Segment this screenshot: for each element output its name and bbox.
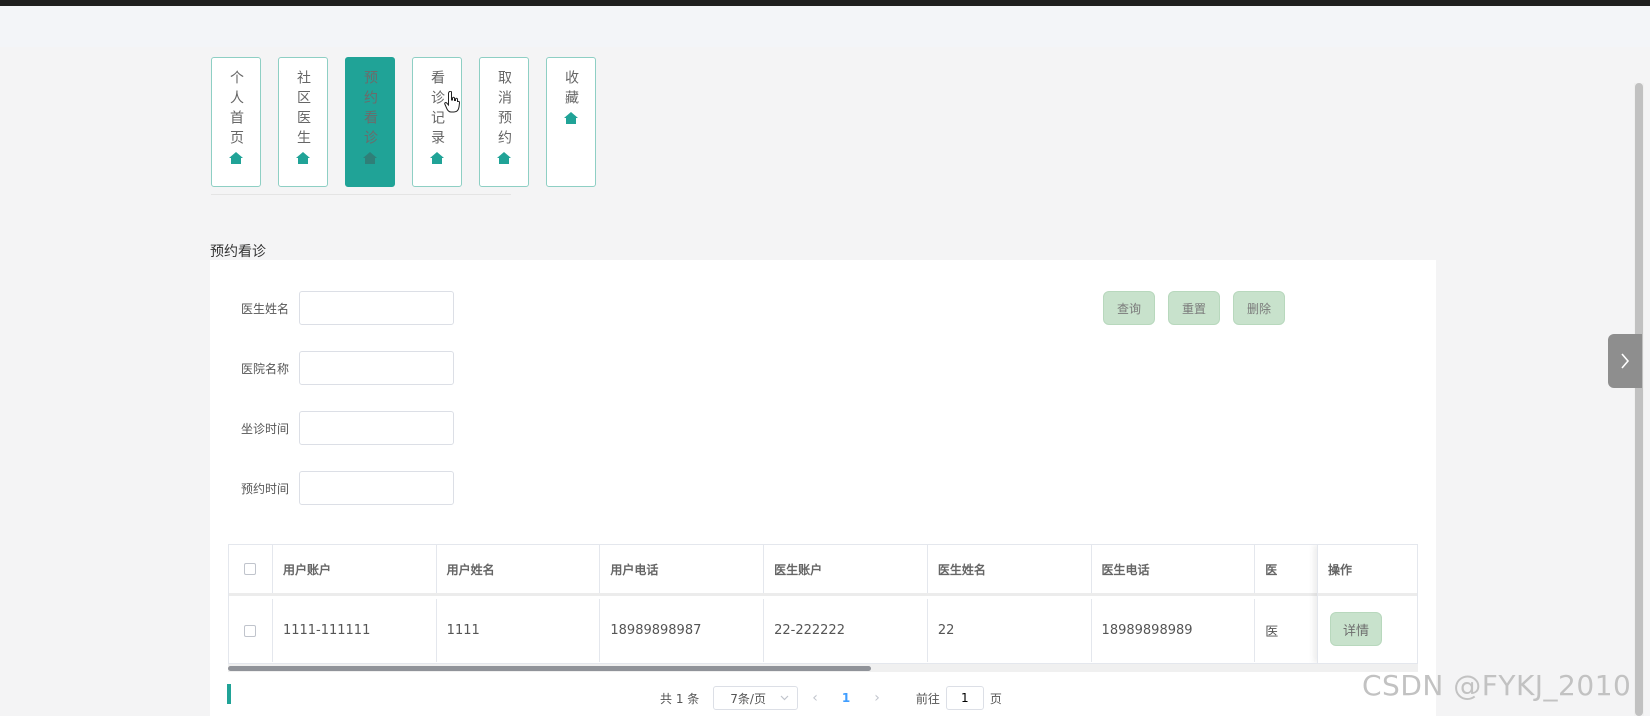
table-cell: 1111-111111 xyxy=(273,599,437,662)
chevron-right-icon xyxy=(1621,353,1630,369)
current-page-number[interactable]: 1 xyxy=(842,691,850,705)
table-header: 用户账户 用户姓名 用户电话 医生账户 医生姓名 医生电话 医 xyxy=(229,545,1417,596)
action-column-header: 操作 xyxy=(1318,545,1417,596)
table-cell: 22 xyxy=(928,599,1092,662)
column-header: 用户账户 xyxy=(273,545,437,593)
tab-community-doctor[interactable]: 社区医生 xyxy=(278,57,328,187)
page-title: 预约看诊 xyxy=(210,244,266,260)
home-icon xyxy=(229,152,243,164)
select-all-checkbox[interactable] xyxy=(244,563,257,575)
appointment-time-input[interactable] xyxy=(299,471,454,505)
doctor-name-input[interactable] xyxy=(299,291,454,325)
doctor-name-label: 医生姓名 xyxy=(241,301,290,316)
chevron-down-icon xyxy=(780,695,789,701)
clinic-time-input[interactable] xyxy=(299,411,454,445)
appointment-time-label: 预约时间 xyxy=(241,481,290,496)
query-button[interactable]: 查询 xyxy=(1103,291,1155,325)
tab-community-doctor-label: 社区医生 xyxy=(295,70,311,150)
delete-button[interactable]: 删除 xyxy=(1233,291,1285,325)
row-select[interactable] xyxy=(229,599,273,662)
home-icon xyxy=(497,152,511,164)
tab-cancel-appointment-label: 取消预约 xyxy=(496,70,512,150)
table-cell: 18989898989 xyxy=(1092,599,1256,662)
form-row-hospital-name: 医院名称 xyxy=(241,351,454,385)
home-icon xyxy=(363,152,377,164)
fixed-action-column: 操作 详情 xyxy=(1317,545,1417,663)
pagination: 共 1 条 7条/页 ‹ 1 › 前往 页 xyxy=(660,686,1002,710)
home-icon xyxy=(564,112,578,124)
table-horizontal-scrollbar[interactable] xyxy=(228,664,1418,672)
column-header: 医生姓名 xyxy=(928,545,1092,593)
next-page-icon[interactable]: › xyxy=(874,690,880,706)
column-header: 用户电话 xyxy=(600,545,765,593)
tab-visit-records[interactable]: 看诊记录 xyxy=(412,57,462,187)
scrollbar-thumb[interactable] xyxy=(1635,83,1643,716)
content-panel: 医生姓名 医院名称 坐诊时间 预约时间 查询 重置 删除 用户账户 用户姓名 用… xyxy=(210,260,1436,716)
clinic-time-label: 坐诊时间 xyxy=(241,421,290,436)
tab-favorites-label: 收藏 xyxy=(563,70,579,110)
nav-divider xyxy=(211,194,511,195)
prev-page-icon[interactable]: ‹ xyxy=(812,690,818,706)
pagination-total: 共 1 条 xyxy=(660,691,700,706)
reset-button[interactable]: 重置 xyxy=(1168,291,1220,325)
tab-home[interactable]: 个人首页 xyxy=(211,57,261,187)
tab-appointment-label: 预约看诊 xyxy=(362,70,378,150)
column-header: 医生账户 xyxy=(764,545,928,593)
page-vertical-scrollbar[interactable] xyxy=(1634,83,1644,716)
form-row-appointment-time: 预约时间 xyxy=(241,471,454,505)
column-header: 用户姓名 xyxy=(437,545,601,593)
hospital-name-input[interactable] xyxy=(299,351,454,385)
row-checkbox[interactable] xyxy=(244,624,257,637)
column-header: 医生电话 xyxy=(1092,545,1256,593)
detail-button[interactable]: 详情 xyxy=(1330,612,1382,646)
table-cell: 22-222222 xyxy=(764,599,928,662)
page-size-select[interactable]: 7条/页 xyxy=(713,686,799,710)
header-select-all[interactable] xyxy=(229,545,273,593)
appointments-table: 用户账户 用户姓名 用户电话 医生账户 医生姓名 医生电话 医 1111-111… xyxy=(228,544,1418,664)
form-row-doctor-name: 医生姓名 xyxy=(241,291,454,325)
side-panel-toggle[interactable] xyxy=(1608,334,1642,388)
hospital-name-label: 医院名称 xyxy=(241,361,290,376)
home-icon xyxy=(296,152,310,164)
goto-prefix: 前往 xyxy=(915,691,940,706)
tab-cancel-appointment[interactable]: 取消预约 xyxy=(479,57,529,187)
goto-suffix: 页 xyxy=(989,691,1002,706)
header-band xyxy=(0,6,1650,47)
form-row-clinic-time: 坐诊时间 xyxy=(241,411,454,445)
goto-page: 前往 页 xyxy=(916,686,1002,710)
watermark: CSDN @FYKJ_2010 xyxy=(1362,669,1632,702)
tab-home-label: 个人首页 xyxy=(228,70,244,150)
hand-cursor-icon xyxy=(444,91,460,113)
table-row[interactable]: 1111-111111 1111 18989898987 22-222222 2… xyxy=(229,599,1417,662)
page-size-value: 7条/页 xyxy=(730,691,766,706)
goto-page-input[interactable] xyxy=(945,686,984,710)
pager-accent-mark xyxy=(227,684,231,704)
table-cell: 1111 xyxy=(437,599,601,662)
table-cell: 18989898987 xyxy=(600,599,765,662)
home-icon xyxy=(430,152,444,164)
tab-favorites[interactable]: 收藏 xyxy=(546,57,596,187)
scrollbar-thumb[interactable] xyxy=(228,666,871,671)
tab-appointment[interactable]: 预约看诊 xyxy=(345,57,395,187)
